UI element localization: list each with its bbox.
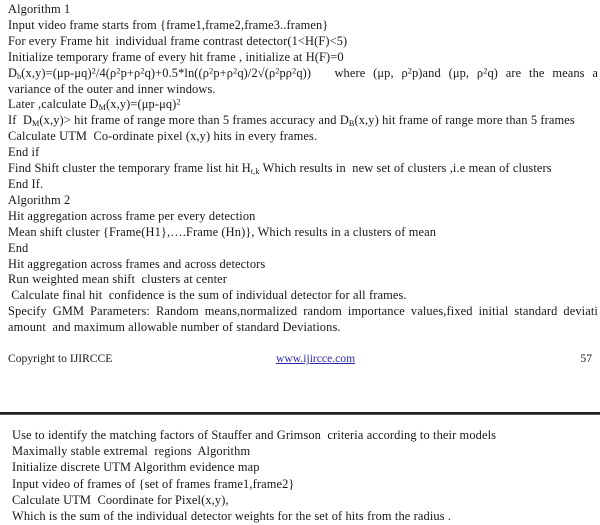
formula-db-tail-3: q) are the means a bbox=[487, 65, 598, 80]
gmm-parameters-line: Specify GMM Parameters: Random means,nor… bbox=[0, 304, 600, 320]
algorithm-line-input-video-frame: Input video frame starts from {frame1,fr… bbox=[8, 17, 329, 32]
algorithm-line-hit-aggregation-across-frames: Hit aggregation across frames and across… bbox=[8, 256, 266, 271]
find-shift-part-2: Which results in new set of clusters ,i.… bbox=[259, 161, 552, 176]
formula-db-body-2: /4(ρ bbox=[95, 65, 117, 80]
algorithm-line-calculate-final-hit: Calculate final hit confidence is the su… bbox=[8, 288, 407, 303]
formula-db-prefix: D bbox=[8, 65, 18, 80]
page-number: 57 bbox=[580, 352, 592, 365]
algorithm-line-end: End bbox=[8, 240, 29, 255]
lower-line-initialize-discrete-utm: Initialize discrete UTM Algorithm eviden… bbox=[12, 460, 260, 475]
formula-db-body-6: q)/2√(ρ bbox=[237, 65, 276, 80]
formula-db-body-3: p+ρ bbox=[120, 65, 141, 80]
lower-line-stauffer-grimson: Use to identify the matching factors of … bbox=[12, 428, 497, 442]
formula-db-tail-2: p)and (μp, ρ bbox=[411, 65, 484, 80]
find-shift-subscript-tk: t,k bbox=[250, 166, 260, 176]
lower-line-maximally-stable-extremal: Maximally stable extremal regions Algori… bbox=[12, 444, 251, 459]
condition-if-part-3: (x,y) hit frame of range more than 5 fra… bbox=[354, 113, 575, 128]
formula-db-body-8: q)) bbox=[296, 65, 312, 80]
lower-line-calculate-utm-coordinate: Calculate UTM Coordinate for Pixel(x,y), bbox=[12, 492, 229, 507]
algorithm-text-block: Algorithm 1 Input video frame starts fro… bbox=[0, 0, 600, 336]
find-shift-part-1: Find Shift cluster the temporary frame l… bbox=[8, 161, 251, 176]
formula-dm-sup-2: 2 bbox=[176, 97, 181, 107]
formula-db-body-7: pρ bbox=[279, 65, 293, 80]
formula-db-tail-where: where (μp, ρ bbox=[334, 65, 408, 80]
formula-dm-subscript-m: M bbox=[98, 103, 107, 113]
formula-db-line: Db(x,y)=(μp-μq)2/4(ρ2p+ρ2q)+0.5*ln((ρ2p+… bbox=[0, 66, 600, 82]
lower-algorithm-text-block: Use to identify the matching factors of … bbox=[0, 427, 600, 524]
condition-if-part-1: If D bbox=[8, 113, 33, 128]
document-page: Algorithm 1 Input video frame starts fro… bbox=[0, 0, 600, 525]
formula-db-body-1: (x,y)=(μp-μq) bbox=[21, 65, 92, 80]
algorithm-line-initialize-temp-frame: Initialize temporary frame of every hit … bbox=[8, 49, 344, 64]
journal-website-link[interactable]: www.ijircce.com bbox=[276, 352, 355, 365]
condition-if-dm-line: If DM(x,y)> hit frame of range more than… bbox=[0, 113, 600, 129]
algorithm-line-end-if: End if bbox=[8, 145, 40, 160]
gmm-parameters-text: Specify GMM Parameters: Random means,nor… bbox=[8, 304, 598, 319]
algorithm-line-end-if-dot: End If. bbox=[8, 176, 44, 191]
formula-db-body-4: q)+0.5*ln((ρ bbox=[144, 65, 210, 80]
formula-dm-line: Later ,calculate DM(x,y)=(μp-μq)2 bbox=[0, 97, 600, 113]
algorithm-line-hit-aggregation-per-detection: Hit aggregation across frame per every d… bbox=[8, 208, 256, 223]
lower-line-sum-of-detector-weights: Which is the sum of the individual detec… bbox=[12, 509, 452, 524]
algorithm-1-heading: Algorithm 1 bbox=[8, 2, 71, 16]
algorithm-line-frame-hit-detector: For every Frame hit individual frame con… bbox=[8, 33, 348, 48]
formula-dm-body: (x,y)=(μp-μq) bbox=[106, 97, 177, 112]
gmm-parameters-wrap-line: amount and maximum allowable number of s… bbox=[8, 320, 341, 335]
page-footer: Copyright to IJIRCCE www.ijircce.com 57 bbox=[0, 352, 600, 372]
condition-if-part-2: (x,y)> hit frame of range more than 5 fr… bbox=[39, 113, 349, 128]
formula-dm-prefix: Later ,calculate D bbox=[8, 97, 99, 112]
page-divider-rule bbox=[0, 412, 600, 415]
algorithm-line-calculate-utm: Calculate UTM Co-ordinate pixel (x,y) hi… bbox=[8, 129, 318, 144]
lower-line-input-video-frames: Input video of frames of {set of frames … bbox=[12, 476, 295, 491]
copyright-text: Copyright to IJIRCCE bbox=[8, 352, 113, 365]
formula-db-wrap-line: variance of the outer and inner windows. bbox=[8, 81, 216, 96]
algorithm-line-mean-shift-cluster: Mean shift cluster {Frame(H1},….Frame (H… bbox=[8, 224, 437, 239]
formula-db-body-5: p+ρ bbox=[213, 65, 234, 80]
algorithm-line-run-weighted-mean-shift: Run weighted mean shift clusters at cent… bbox=[8, 272, 228, 287]
find-shift-cluster-line: Find Shift cluster the temporary frame l… bbox=[0, 161, 600, 177]
algorithm-2-heading: Algorithm 2 bbox=[8, 192, 71, 207]
